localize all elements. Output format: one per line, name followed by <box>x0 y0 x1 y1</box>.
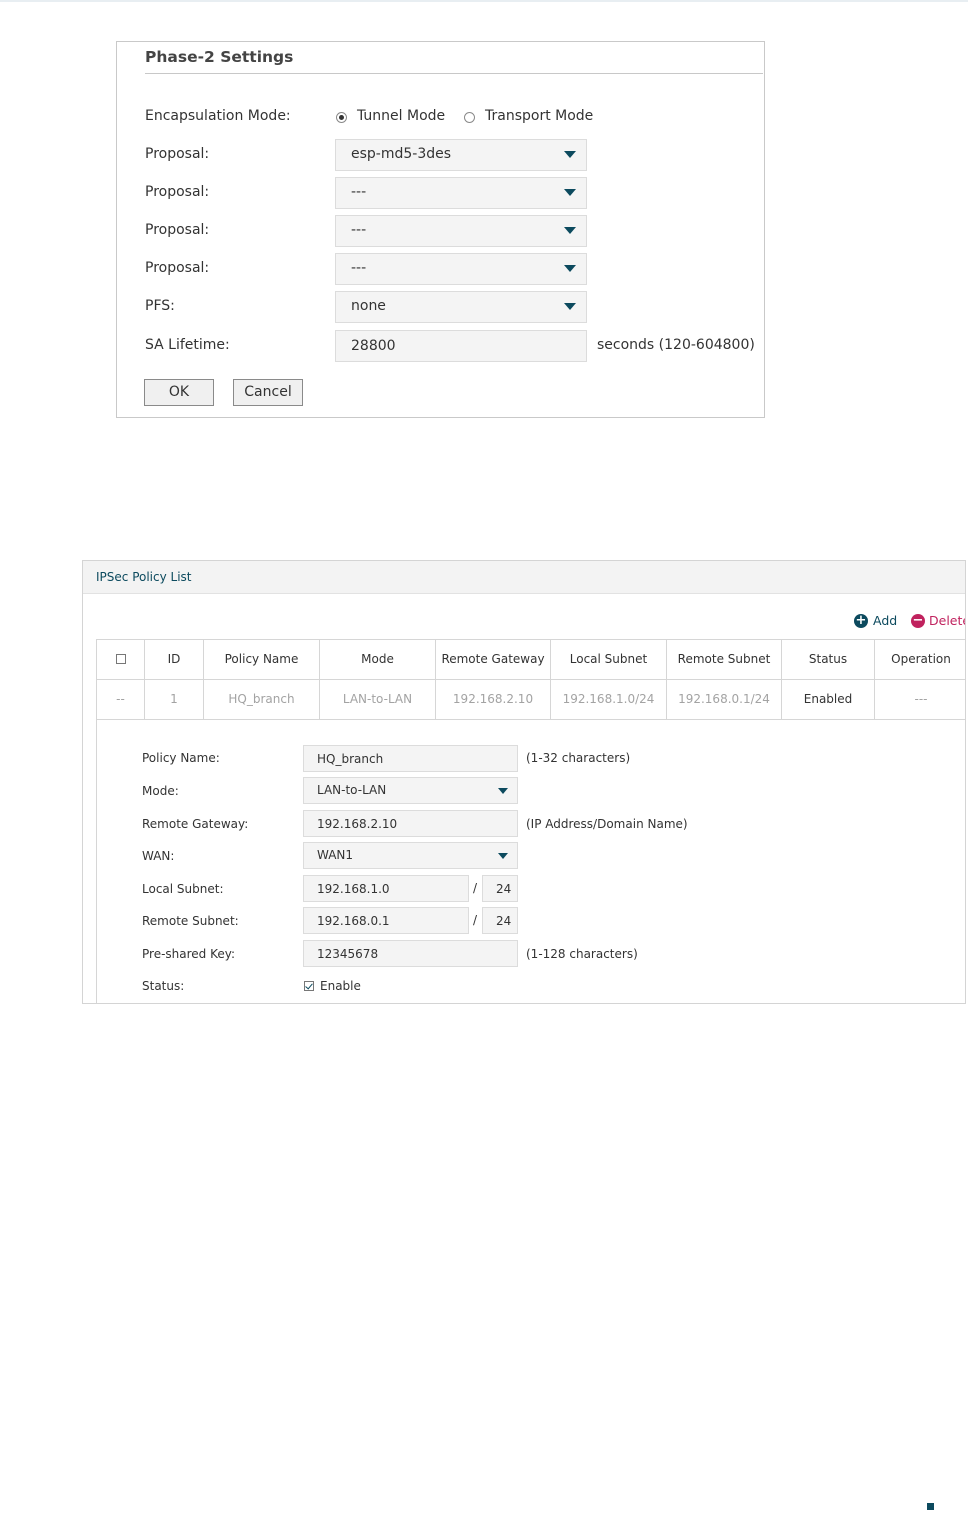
column-header-status[interactable]: Status <box>782 640 875 679</box>
row-id: 1 <box>145 680 204 719</box>
proposal-4-label: Proposal: <box>145 260 210 276</box>
delete-icon[interactable]: − <box>911 614 925 628</box>
mode-value: LAN-to-LAN <box>317 783 387 797</box>
cancel-button[interactable]: Cancel <box>233 379 303 406</box>
chevron-down-icon <box>564 151 576 158</box>
column-header-mode[interactable]: Mode <box>320 640 436 679</box>
row-mode: LAN-to-LAN <box>320 680 436 719</box>
preshared-key-label: Pre-shared Key: <box>142 947 236 961</box>
proposal-2-value: --- <box>351 184 367 200</box>
remote-subnet-mask-input[interactable] <box>482 907 518 934</box>
wan-label: WAN: <box>142 849 175 863</box>
remote-gateway-hint: (IP Address/Domain Name) <box>526 817 688 831</box>
column-header-id[interactable]: ID <box>145 640 204 679</box>
row-operation: --- <box>914 692 928 706</box>
local-subnet-mask-input[interactable] <box>482 875 518 902</box>
status-label: Status: <box>142 979 185 993</box>
sa-lifetime-input[interactable] <box>335 330 587 362</box>
row-remote-subnet: 192.168.0.1/24 <box>667 680 782 719</box>
chevron-down-icon <box>564 303 576 310</box>
pfs-label: PFS: <box>145 298 175 314</box>
delete-button[interactable]: Delete <box>929 613 965 628</box>
row-local-subnet: 192.168.1.0/24 <box>551 680 667 719</box>
proposal-1-value: esp-md5-3des <box>351 146 452 162</box>
policy-name-label: Policy Name: <box>142 751 220 765</box>
tunnel-mode-label[interactable]: Tunnel Mode <box>357 108 445 124</box>
proposal-3-select[interactable]: --- <box>335 215 587 247</box>
column-header-remote-subnet[interactable]: Remote Subnet <box>667 640 782 679</box>
chevron-down-icon <box>564 189 576 196</box>
chevron-down-icon <box>498 853 508 859</box>
phase2-settings-panel: Phase-2 Settings Encapsulation Mode: Tun… <box>116 41 765 418</box>
top-divider <box>0 0 968 2</box>
table-row[interactable]: -- 1 HQ_branch LAN-to-LAN 192.168.2.10 1… <box>96 680 965 720</box>
proposal-1-label: Proposal: <box>145 146 210 162</box>
ipsec-panel-title: IPSec Policy List <box>96 570 192 584</box>
pfs-value: none <box>351 298 386 314</box>
select-all-cell <box>96 640 145 679</box>
chevron-down-icon <box>564 227 576 234</box>
row-select-cell: -- <box>96 680 145 719</box>
tunnel-mode-radio[interactable] <box>336 112 347 123</box>
phase2-title: Phase-2 Settings <box>145 48 294 66</box>
proposal-3-label: Proposal: <box>145 222 210 238</box>
column-header-policy-name[interactable]: Policy Name <box>204 640 320 679</box>
row-status: Enabled <box>782 680 875 719</box>
local-subnet-slash: / <box>473 881 478 895</box>
chevron-down-icon <box>564 265 576 272</box>
preshared-key-input[interactable] <box>303 940 518 967</box>
chevron-down-icon <box>498 788 508 794</box>
local-subnet-label: Local Subnet: <box>142 882 224 896</box>
sa-lifetime-label: SA Lifetime: <box>145 337 230 353</box>
mode-label: Mode: <box>142 784 179 798</box>
ipsec-panel-header: IPSec Policy List <box>83 561 965 594</box>
wan-value: WAN1 <box>317 848 354 862</box>
add-icon[interactable]: + <box>854 614 868 628</box>
wan-select[interactable]: WAN1 <box>303 842 518 869</box>
remote-subnet-slash: / <box>473 913 478 927</box>
ipsec-policy-list-panel: IPSec Policy List + Add − Delete ID Poli… <box>82 560 966 1004</box>
ok-button[interactable]: OK <box>144 379 214 406</box>
sa-lifetime-hint: seconds (120-604800) <box>597 337 755 353</box>
row-remote-gateway: 192.168.2.10 <box>436 680 551 719</box>
page-corner-marker <box>927 1503 934 1510</box>
edit-form-border <box>96 679 97 1003</box>
add-button[interactable]: Add <box>873 613 897 628</box>
remote-subnet-ip-input[interactable] <box>303 907 469 934</box>
remote-subnet-label: Remote Subnet: <box>142 914 239 928</box>
row-policy-name: HQ_branch <box>204 680 320 719</box>
proposal-4-select[interactable]: --- <box>335 253 587 285</box>
proposal-2-select[interactable]: --- <box>335 177 587 209</box>
policy-name-input[interactable] <box>303 745 518 772</box>
remote-gateway-input[interactable] <box>303 810 518 837</box>
select-all-checkbox[interactable] <box>115 653 126 664</box>
preshared-key-hint: (1-128 characters) <box>526 947 638 961</box>
proposal-2-label: Proposal: <box>145 184 210 200</box>
column-header-remote-gateway[interactable]: Remote Gateway <box>436 640 551 679</box>
encapsulation-mode-label: Encapsulation Mode: <box>145 108 291 124</box>
enable-checkbox[interactable] <box>304 981 314 991</box>
pfs-select[interactable]: none <box>335 291 587 323</box>
mode-select[interactable]: LAN-to-LAN <box>303 777 518 804</box>
local-subnet-ip-input[interactable] <box>303 875 469 902</box>
phase2-title-divider <box>145 73 763 74</box>
proposal-1-select[interactable]: esp-md5-3des <box>335 139 587 171</box>
remote-gateway-label: Remote Gateway: <box>142 817 249 831</box>
transport-mode-label[interactable]: Transport Mode <box>485 108 593 124</box>
policy-name-hint: (1-32 characters) <box>526 751 631 765</box>
column-header-local-subnet[interactable]: Local Subnet <box>551 640 667 679</box>
proposal-4-value: --- <box>351 260 367 276</box>
proposal-3-value: --- <box>351 222 367 238</box>
column-header-operation: Operation <box>891 652 951 666</box>
transport-mode-radio[interactable] <box>464 112 475 123</box>
enable-checkbox-label[interactable]: Enable <box>320 979 361 993</box>
table-header: ID Policy Name Mode Remote Gateway Local… <box>96 639 965 680</box>
